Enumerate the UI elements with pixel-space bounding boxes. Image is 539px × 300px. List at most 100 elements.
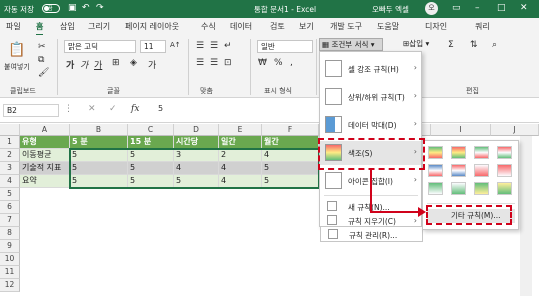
conditional-format-button[interactable]: ▦ 조건부 서식 ▾ bbox=[319, 38, 383, 51]
col-header-i[interactable]: I bbox=[431, 124, 491, 136]
find-select-icon[interactable]: ⌕ bbox=[492, 40, 497, 50]
row-header-9[interactable]: 9 bbox=[0, 240, 20, 253]
tab-review[interactable]: 검토 bbox=[270, 21, 285, 32]
tab-design[interactable]: 디자인 bbox=[425, 21, 447, 32]
copy-icon[interactable]: ⧉ bbox=[38, 55, 44, 65]
avatar[interactable]: 오 bbox=[425, 2, 438, 15]
data-bars-icon bbox=[325, 116, 342, 133]
color-scale-swatch[interactable] bbox=[451, 164, 466, 177]
align-top-icon[interactable]: ☰ bbox=[196, 41, 204, 51]
table-cell[interactable]: 기술적 지표 bbox=[20, 162, 70, 175]
formula-input[interactable]: 5 bbox=[158, 104, 163, 113]
row-header-4[interactable]: 4 bbox=[0, 175, 20, 188]
percent-icon[interactable]: % bbox=[274, 58, 283, 68]
comma-icon[interactable]: , bbox=[290, 58, 293, 68]
color-scale-swatch[interactable] bbox=[497, 164, 512, 177]
row-header-12[interactable]: 12 bbox=[0, 279, 20, 292]
row-header-11[interactable]: 11 bbox=[0, 266, 20, 279]
align-center-icon[interactable]: ☰ bbox=[210, 58, 218, 68]
tab-page-layout[interactable]: 페이지 레이아웃 bbox=[125, 21, 179, 32]
col-header-c[interactable]: C bbox=[128, 124, 174, 136]
close-icon[interactable]: ✕ bbox=[520, 3, 528, 13]
menu-item-highlight-rules[interactable]: 셀 강조 규칙(H) › bbox=[320, 57, 421, 81]
menu-item-data-bars[interactable]: 데이터 막대(D) › bbox=[320, 113, 421, 137]
wrap-text-icon[interactable]: ↵ bbox=[224, 41, 232, 51]
tab-formulas[interactable]: 수식 bbox=[201, 21, 216, 32]
tab-help[interactable]: 도움말 bbox=[377, 21, 399, 32]
tab-file[interactable]: 파일 bbox=[6, 21, 21, 32]
row-header-7[interactable]: 7 bbox=[0, 214, 20, 227]
ribbon-display-icon[interactable]: ▭ bbox=[452, 3, 461, 13]
row-header-10[interactable]: 10 bbox=[0, 253, 20, 266]
color-scale-swatch[interactable] bbox=[474, 182, 489, 195]
row-header-1[interactable]: 1 bbox=[0, 136, 20, 149]
sort-filter-icon[interactable]: ⇅ bbox=[470, 40, 478, 50]
number-format-select[interactable]: 일반 bbox=[257, 40, 313, 53]
fx-button[interactable]: fx bbox=[131, 104, 139, 114]
italic-icon[interactable]: 가 bbox=[80, 58, 88, 71]
cut-icon[interactable]: ✂ bbox=[38, 42, 46, 52]
bold-icon[interactable]: 가 bbox=[66, 58, 74, 71]
color-scale-swatch[interactable] bbox=[428, 182, 443, 195]
minimize-icon[interactable]: – bbox=[475, 3, 480, 13]
maximize-icon[interactable]: □ bbox=[497, 3, 506, 13]
redo-icon[interactable]: ↷ bbox=[96, 3, 104, 13]
vertical-scrollbar[interactable] bbox=[520, 136, 532, 296]
col-header-e[interactable]: E bbox=[219, 124, 262, 136]
undo-icon[interactable]: ↶ bbox=[82, 3, 90, 13]
tab-home[interactable]: 홈 bbox=[36, 21, 44, 36]
color-scale-swatch[interactable] bbox=[474, 146, 489, 159]
name-box[interactable]: B2 bbox=[3, 104, 59, 117]
tab-query[interactable]: 쿼리 bbox=[475, 21, 490, 32]
color-scale-swatch[interactable] bbox=[451, 146, 466, 159]
row-header-5[interactable]: 5 bbox=[0, 188, 20, 201]
cancel-icon[interactable]: ✕ bbox=[88, 104, 96, 114]
col-header-j[interactable]: J bbox=[491, 124, 539, 136]
color-scale-swatch[interactable] bbox=[451, 182, 466, 195]
format-painter-icon[interactable]: 🖌 bbox=[38, 68, 49, 78]
border-icon[interactable]: ⊞ bbox=[112, 58, 120, 68]
color-scale-swatch[interactable] bbox=[474, 164, 489, 177]
row-header-3[interactable]: 3 bbox=[0, 162, 20, 175]
col-header-d[interactable]: D bbox=[174, 124, 219, 136]
menu-item-manage-rules[interactable]: 규칙 관리(R)... bbox=[320, 227, 423, 242]
font-color-icon[interactable]: 가 bbox=[148, 58, 156, 71]
currency-icon[interactable]: ₩ bbox=[258, 58, 267, 68]
font-size-select[interactable]: 11 bbox=[140, 40, 166, 53]
row-header-6[interactable]: 6 bbox=[0, 201, 20, 214]
align-left-icon[interactable]: ☰ bbox=[196, 58, 204, 68]
col-header-f[interactable]: F bbox=[262, 124, 319, 136]
paste-button[interactable]: 붙여넣기 bbox=[4, 62, 30, 72]
tab-insert[interactable]: 삽입 bbox=[60, 21, 75, 32]
row-header-8[interactable]: 8 bbox=[0, 227, 20, 240]
insert-cells-button[interactable]: ⊞삽입 ▾ bbox=[403, 38, 443, 51]
save-icon[interactable]: ▣ bbox=[68, 3, 77, 13]
color-scale-swatch[interactable] bbox=[428, 146, 443, 159]
table-cell[interactable]: 요약 bbox=[20, 175, 70, 188]
group-number: 표시 형식 bbox=[264, 87, 292, 95]
font-name-select[interactable]: 맑은 고딕 bbox=[64, 40, 136, 53]
fill-color-icon[interactable]: ◈ bbox=[130, 58, 137, 68]
align-middle-icon[interactable]: ☰ bbox=[210, 41, 218, 51]
enter-icon[interactable]: ✓ bbox=[109, 104, 117, 114]
table-cell[interactable]: 이동평균 bbox=[20, 149, 70, 162]
merge-icon[interactable]: ⊡ bbox=[224, 58, 232, 68]
font-grow-icon[interactable]: A↑ bbox=[170, 41, 181, 49]
select-all[interactable] bbox=[0, 124, 20, 136]
underline-icon[interactable]: 가 bbox=[94, 58, 102, 71]
paste-icon[interactable]: 📋 bbox=[8, 42, 25, 58]
user-name[interactable]: 오빠두 엑셀 bbox=[372, 4, 409, 15]
col-header-a[interactable]: A bbox=[20, 124, 70, 136]
color-scale-swatch[interactable] bbox=[497, 146, 512, 159]
tab-developer[interactable]: 개발 도구 bbox=[330, 21, 362, 32]
color-scale-swatch[interactable] bbox=[497, 182, 512, 195]
autosum-icon[interactable]: Σ bbox=[448, 40, 454, 50]
table-header-cell[interactable]: 유형 bbox=[20, 136, 70, 149]
tab-view[interactable]: 보기 bbox=[299, 21, 314, 32]
row-header-2[interactable]: 2 bbox=[0, 149, 20, 162]
tab-data[interactable]: 데이터 bbox=[230, 21, 252, 32]
color-scale-swatch[interactable] bbox=[428, 164, 443, 177]
menu-item-top-bottom[interactable]: 상위/하위 규칙(T) › bbox=[320, 85, 421, 109]
col-header-b[interactable]: B bbox=[70, 124, 128, 136]
tab-draw[interactable]: 그리기 bbox=[88, 21, 110, 32]
